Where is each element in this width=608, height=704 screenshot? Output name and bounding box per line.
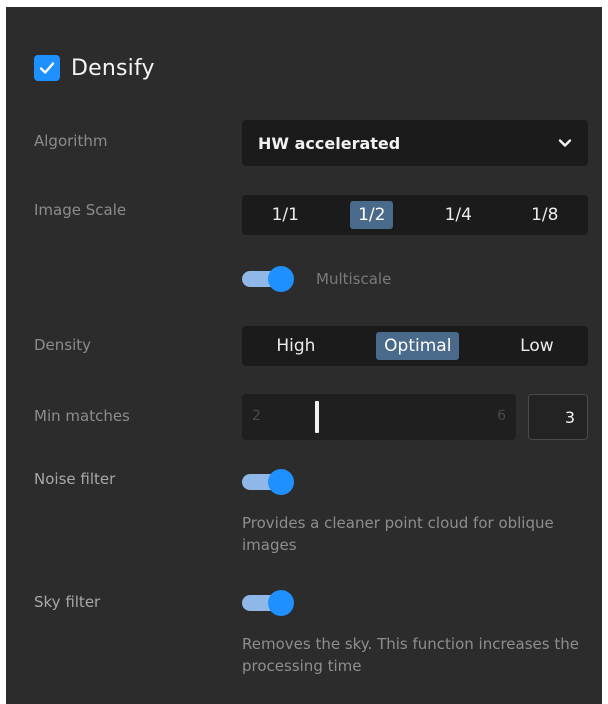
image-scale-option[interactable]: 1/1 — [264, 201, 307, 229]
densify-panel: Densify Algorithm HW accelerated Image S… — [6, 7, 602, 704]
image-scale-segmented: 1/1 1/2 1/4 1/8 — [242, 195, 588, 235]
densify-header: Densify — [34, 55, 155, 81]
toggle-knob — [268, 590, 294, 616]
image-scale-label: Image Scale — [34, 201, 127, 219]
toggle-knob — [268, 469, 294, 495]
densify-checkbox[interactable] — [34, 55, 60, 81]
check-icon — [39, 62, 55, 74]
density-label: Density — [34, 336, 92, 354]
multiscale-label: Multiscale — [316, 270, 392, 288]
noise-filter-label: Noise filter — [34, 470, 116, 488]
density-segmented: High Optimal Low — [242, 326, 588, 366]
image-scale-option[interactable]: 1/4 — [437, 201, 480, 229]
algorithm-value: HW accelerated — [258, 133, 401, 153]
slider-min-value: 2 — [252, 408, 261, 424]
slider-max-value: 6 — [497, 408, 506, 424]
sky-filter-label: Sky filter — [34, 593, 101, 611]
image-scale-option[interactable]: 1/2 — [350, 201, 394, 229]
noise-filter-description: Provides a cleaner point cloud for obliq… — [242, 514, 554, 554]
multiscale-toggle[interactable] — [242, 266, 298, 292]
min-matches-stepper[interactable]: 3 — [528, 394, 588, 440]
noise-filter-toggle[interactable] — [242, 469, 298, 495]
algorithm-dropdown[interactable]: HW accelerated — [242, 120, 588, 166]
min-matches-value: 3 — [564, 407, 575, 427]
toggle-knob — [268, 266, 294, 292]
density-option[interactable]: High — [268, 332, 323, 360]
density-option[interactable]: Optimal — [376, 332, 460, 360]
algorithm-label: Algorithm — [34, 132, 108, 150]
slider-handle[interactable] — [314, 401, 319, 433]
sky-filter-description: Removes the sky. This function increases… — [242, 635, 579, 675]
chevron-down-icon — [558, 138, 572, 148]
image-scale-option[interactable]: 1/8 — [523, 201, 566, 229]
sky-filter-toggle[interactable] — [242, 590, 298, 616]
min-matches-label: Min matches — [34, 407, 130, 425]
min-matches-slider[interactable]: 2 6 — [242, 394, 516, 440]
density-option[interactable]: Low — [512, 332, 561, 360]
densify-title: Densify — [71, 55, 155, 81]
